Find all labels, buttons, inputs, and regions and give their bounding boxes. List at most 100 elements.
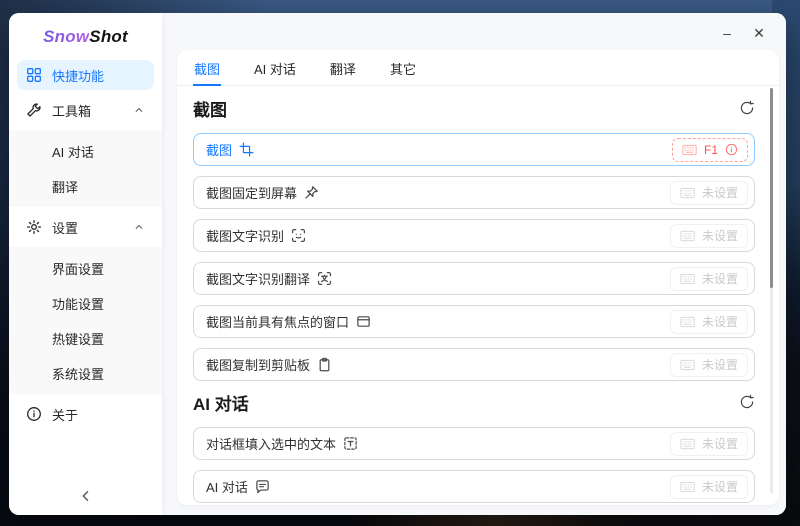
hotkey-row-label: 截图当前具有焦点的窗口	[206, 312, 371, 331]
close-button[interactable]: ✕	[746, 22, 772, 44]
unset-badge[interactable]: 未设置	[669, 309, 748, 334]
sidebar-item-translate[interactable]: 翻译	[17, 171, 154, 201]
sync-icon[interactable]	[739, 100, 755, 116]
keyboard-icon	[682, 144, 697, 156]
sidebar-item-about[interactable]: 关于	[17, 399, 154, 429]
text-select-icon	[343, 436, 358, 451]
unset-badge[interactable]: 未设置	[669, 352, 748, 377]
app-logo: SnowShot	[9, 27, 162, 47]
sidebar-item-label: 翻译	[52, 179, 79, 195]
window-icon	[356, 314, 371, 329]
hotkey-row-ocr-translate[interactable]: 截图文字识别翻译 未设置	[193, 262, 755, 295]
sidebar-item-label: 功能设置	[52, 296, 105, 312]
hotkey-label-text: 对话框填入选中的文本	[206, 437, 337, 452]
hotkey-label-text: 截图文字识别	[206, 229, 285, 244]
keyboard-icon	[680, 359, 695, 371]
sidebar-item-label: 系统设置	[52, 366, 105, 382]
sidebar-item-label: 关于	[52, 407, 79, 423]
keyboard-icon	[680, 230, 695, 242]
unset-badge[interactable]: 未设置	[669, 180, 748, 205]
hotkey-row-focused-window[interactable]: 截图当前具有焦点的窗口 未设置	[193, 305, 755, 338]
hotkey-row-label: 对话框填入选中的文本	[206, 434, 358, 453]
sidebar-item-toolbox[interactable]: 工具箱	[17, 95, 154, 125]
keyboard-icon	[680, 316, 695, 328]
unset-badge-text: 未设置	[701, 186, 738, 200]
chat-icon	[255, 479, 270, 494]
hotkey-label-text: 截图文字识别翻译	[206, 272, 311, 287]
grid-icon	[26, 67, 42, 83]
hotkey-label-text: 截图	[206, 143, 233, 158]
sidebar-item-quick-actions[interactable]: 快捷功能	[17, 60, 154, 90]
chevron-up-icon	[133, 104, 145, 116]
sidebar-menu: 快捷功能工具箱 AI 对话翻译设置界面设置功能设置热键设置系统设置关于	[9, 55, 162, 434]
sidebar-item-ai-chat[interactable]: AI 对话	[17, 136, 154, 166]
sidebar-item-label: 界面设置	[52, 261, 105, 277]
hotkey-row-ai-chat[interactable]: AI 对话 未设置	[193, 470, 755, 503]
tab-other[interactable]: 其它	[389, 57, 417, 86]
hotkey-row-label: 截图	[206, 140, 254, 159]
tab-ai-chat[interactable]: AI 对话	[253, 57, 297, 86]
clipboard-icon	[317, 357, 332, 372]
logo-shot: Shot	[89, 27, 128, 46]
section-header-ai-chat: AI 对话	[193, 391, 755, 414]
hotkey-key: F1	[703, 142, 718, 157]
minimize-button[interactable]: –	[714, 22, 740, 44]
hotkey-row-label: 截图固定到屏幕	[206, 183, 319, 202]
tab-translate[interactable]: 翻译	[329, 57, 357, 86]
sidebar-item-label: 工具箱	[52, 103, 92, 119]
sidebar-item-function-settings[interactable]: 功能设置	[17, 288, 154, 318]
chevron-up-icon	[133, 221, 145, 233]
unset-badge[interactable]: 未设置	[669, 431, 748, 456]
unset-badge-text: 未设置	[701, 437, 738, 451]
unset-badge-text: 未设置	[701, 358, 738, 372]
window-controls: – ✕	[714, 22, 772, 44]
info-icon	[26, 406, 42, 422]
hotkey-badge[interactable]: F1	[671, 137, 748, 162]
sidebar-item-ui-settings[interactable]: 界面设置	[17, 253, 154, 283]
keyboard-icon	[680, 273, 695, 285]
unset-badge[interactable]: 未设置	[669, 474, 748, 499]
hotkey-row-label: AI 对话	[206, 477, 270, 496]
gear-icon	[26, 219, 42, 235]
crop-icon	[239, 142, 254, 157]
sidebar-collapse-button[interactable]	[9, 487, 162, 505]
hotkey-row-copy-to-clipboard[interactable]: 截图复制到剪贴板 未设置	[193, 348, 755, 381]
hotkey-row-label: 截图文字识别翻译	[206, 269, 332, 288]
unset-badge[interactable]: 未设置	[669, 266, 748, 291]
info-circle-icon[interactable]	[725, 143, 738, 156]
unset-badge[interactable]: 未设置	[669, 223, 748, 248]
sidebar-item-system-settings[interactable]: 系统设置	[17, 358, 154, 388]
close-icon: ✕	[753, 24, 765, 41]
sidebar-item-hotkey-settings[interactable]: 热键设置	[17, 323, 154, 353]
sidebar-subgroup-settings: 界面设置功能设置热键设置系统设置	[9, 247, 162, 394]
hotkey-row-ocr[interactable]: 截图文字识别 未设置	[193, 219, 755, 252]
ocr-translate-icon	[317, 271, 332, 286]
minimize-icon: –	[723, 25, 731, 41]
sidebar-item-label: 设置	[52, 220, 79, 236]
hotkeys-card: 截图 AI 对话 翻译 其它 截图 截图 F1 截图固定到屏幕 未设置 截图文字识别 未设置 截图文…	[177, 50, 779, 505]
sidebar-item-label: AI 对话	[52, 144, 94, 160]
hotkey-row-screenshot[interactable]: 截图 F1	[193, 133, 755, 166]
hotkey-label-text: 截图当前具有焦点的窗口	[206, 315, 350, 330]
section-title: 截图	[193, 100, 227, 120]
snowshot-settings-window: SnowShot 快捷功能 工具箱 AI 对话 翻译 设置 界面设置 功能设置 热键设置 系统设…	[9, 13, 786, 515]
sidebar: SnowShot 快捷功能工具箱 AI 对话翻译设置界面设置功能设置热键设置系统设…	[9, 13, 162, 515]
keyboard-icon	[680, 481, 695, 493]
keyboard-icon	[680, 438, 695, 450]
sidebar-item-settings[interactable]: 设置	[17, 212, 154, 242]
hotkey-row-label: 截图文字识别	[206, 226, 306, 245]
tool-icon	[26, 102, 42, 118]
unset-badge-text: 未设置	[701, 480, 738, 494]
hotkey-label-text: AI 对话	[206, 480, 248, 495]
hotkey-row-fix-to-screen[interactable]: 截图固定到屏幕 未设置	[193, 176, 755, 209]
section-title: AI 对话	[193, 394, 249, 414]
sidebar-subgroup-toolbox: AI 对话翻译	[9, 130, 162, 207]
sidebar-item-label: 快捷功能	[52, 68, 105, 84]
tab-screenshot[interactable]: 截图	[193, 57, 222, 86]
hotkey-row-fill-selected-text[interactable]: 对话框填入选中的文本 未设置	[193, 427, 755, 460]
unset-badge-text: 未设置	[701, 315, 738, 329]
scrollbar-thumb[interactable]	[770, 88, 773, 288]
sync-icon[interactable]	[739, 394, 755, 410]
scrollbar-track[interactable]	[770, 88, 773, 493]
hotkey-label-text: 截图复制到剪贴板	[206, 358, 311, 373]
